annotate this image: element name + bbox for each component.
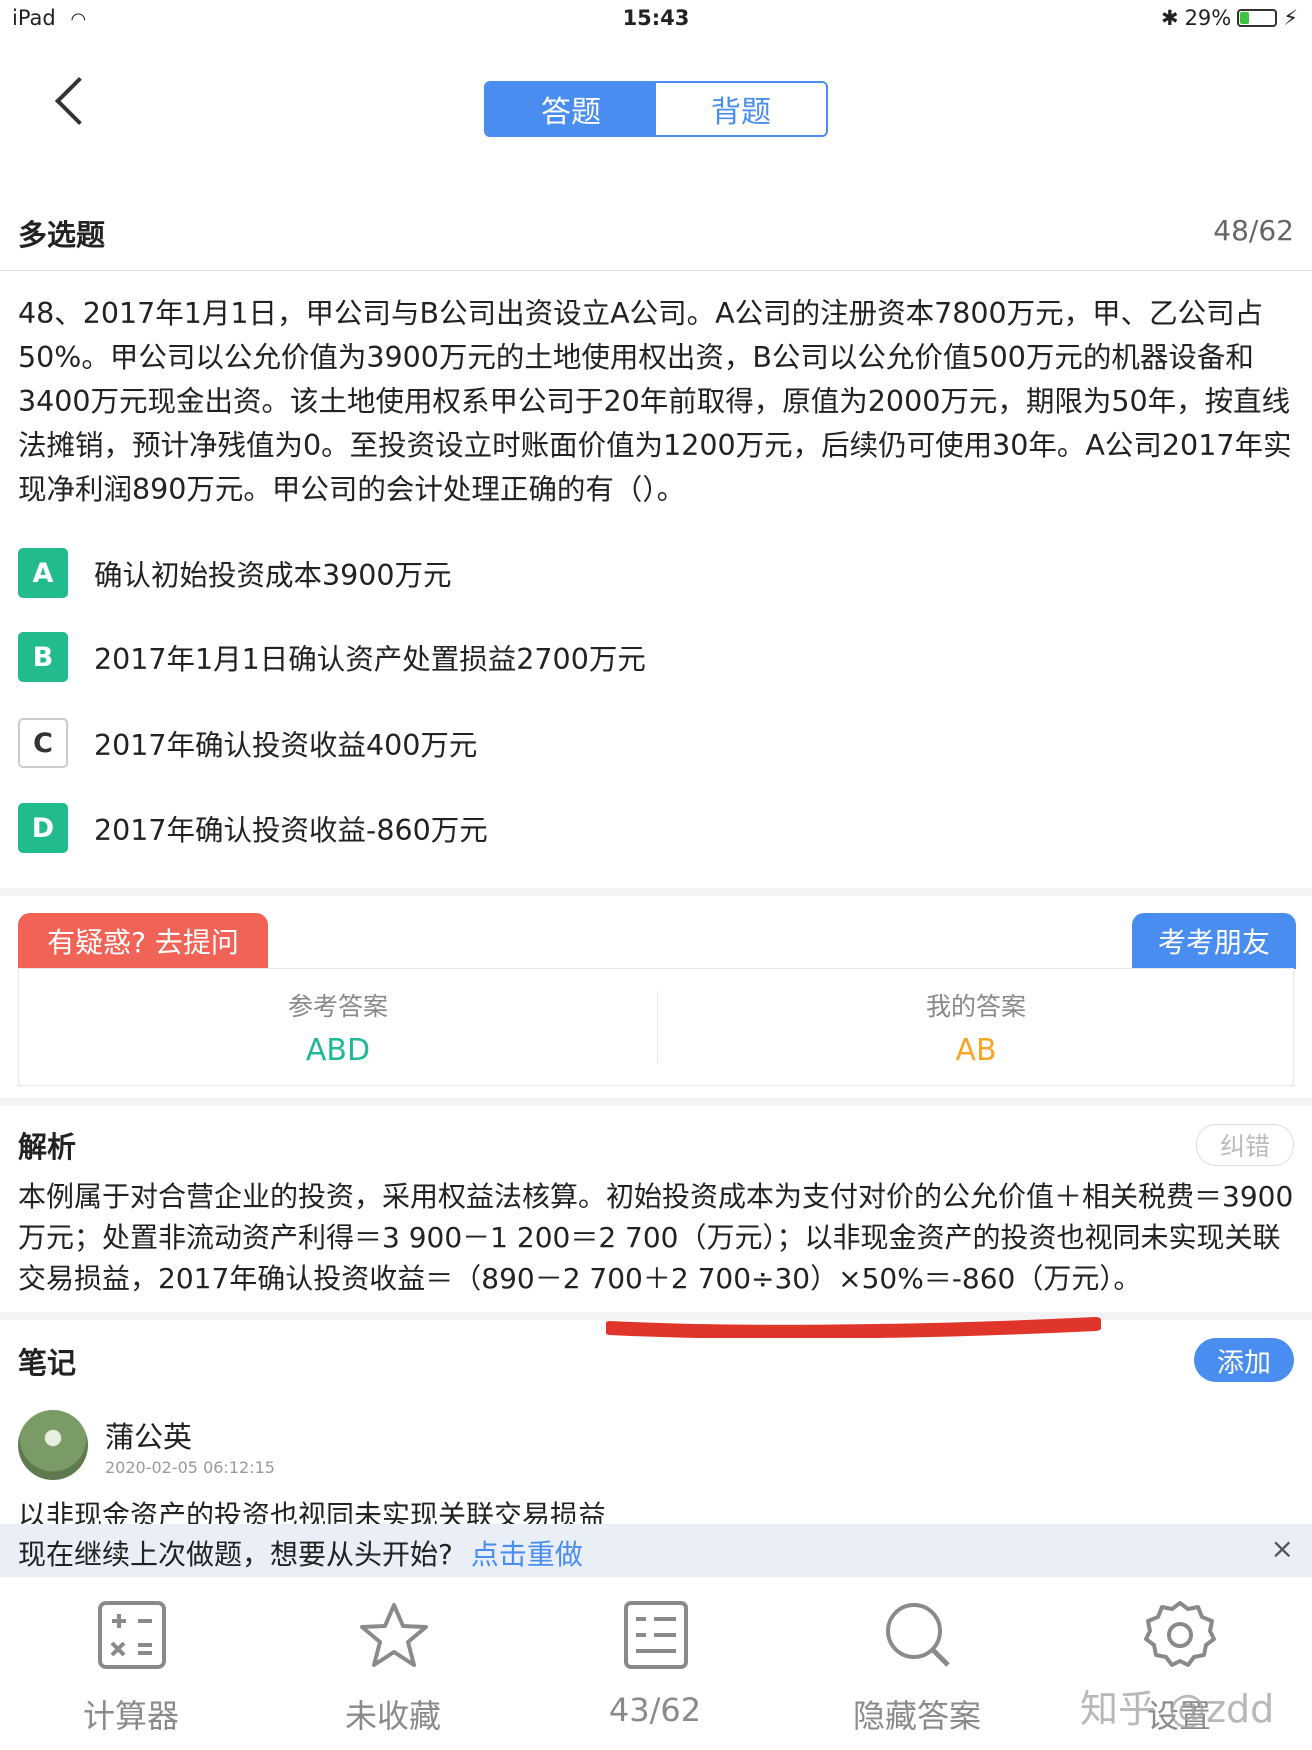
restart-link[interactable]: 点击重做	[471, 1538, 583, 1571]
status-bar: 15:43 iPad ◠ ✱ 29% ⚡	[0, 0, 1312, 36]
resume-banner: 现在继续上次做题，想要从头开始? 点击重做 ×	[0, 1524, 1312, 1576]
divider	[0, 270, 1312, 271]
option-letter: C	[18, 718, 68, 768]
option-b[interactable]: B 2017年1月1日确认资产处置损益2700万元	[18, 630, 646, 684]
wifi-icon: ◠	[70, 9, 87, 30]
close-icon[interactable]: ×	[1271, 1532, 1294, 1565]
report-error-button[interactable]: 纠错	[1196, 1124, 1294, 1166]
question-type: 多选题	[18, 218, 106, 252]
tab-question-list[interactable]: 43/62	[524, 1577, 786, 1750]
tab-label: 未收藏	[344, 1697, 441, 1735]
battery-percent: 29%	[1184, 6, 1232, 30]
add-note-button[interactable]: 添加	[1194, 1338, 1294, 1382]
option-text: 2017年确认投资收益-860万元	[94, 813, 488, 847]
tab-answer[interactable]: 答题	[486, 83, 656, 135]
tab-calculator[interactable]: 计算器	[0, 1577, 262, 1750]
gear-icon	[1144, 1601, 1216, 1667]
my-answer-value: AB	[955, 1033, 997, 1068]
note-timestamp: 2020-02-05 06:12:15	[105, 1458, 275, 1477]
list-icon	[624, 1601, 688, 1669]
question-text: 48、2017年1月1日，甲公司与B公司出资设立A公司。A公司的注册资本7800…	[18, 297, 1292, 506]
option-text: 2017年1月1日确认资产处置损益2700万元	[94, 642, 646, 676]
reference-answer: 参考答案 ABD	[19, 969, 657, 1087]
tab-recite[interactable]: 背题	[656, 83, 826, 135]
question-counter: 48/62	[1213, 214, 1294, 247]
avatar	[18, 1410, 88, 1480]
quiz-friend-button[interactable]: 考考朋友	[1132, 913, 1296, 969]
reference-answer-value: ABD	[305, 1033, 371, 1068]
option-c[interactable]: C 2017年确认投资收益400万元	[18, 716, 477, 770]
reference-answer-label: 参考答案	[287, 992, 388, 1021]
tab-label: 计算器	[82, 1697, 179, 1735]
tab-favorite[interactable]: 未收藏	[262, 1577, 524, 1750]
mode-segmented-control: 答题 背题	[484, 81, 828, 137]
option-text: 确认初始投资成本3900万元	[94, 558, 452, 592]
status-time: 15:43	[622, 6, 690, 30]
note-username: 蒲公英	[105, 1420, 193, 1454]
my-answer-label: 我的答案	[925, 992, 1026, 1021]
back-chevron-icon[interactable]	[54, 76, 104, 126]
search-icon	[886, 1603, 950, 1667]
note-text: 以非现金资产的投资也视同未实现关联交易损益	[18, 1499, 607, 1526]
analysis-text: 本例属于对合营企业的投资，采用权益法核算。初始投资成本为支付对价的公允价值＋相关…	[18, 1180, 1294, 1295]
charging-icon: ⚡	[1283, 6, 1298, 30]
tab-hide-answer[interactable]: 隐藏答案	[786, 1577, 1048, 1750]
notes-title: 笔记	[18, 1346, 77, 1380]
bluetooth-icon: ✱	[1160, 6, 1179, 30]
star-icon	[360, 1603, 428, 1667]
status-right: ✱ 29% ⚡	[1161, 6, 1298, 30]
red-marker-stroke	[606, 1317, 1101, 1338]
option-letter: A	[18, 548, 68, 598]
status-device: iPad ◠	[12, 6, 87, 30]
option-a[interactable]: A 确认初始投资成本3900万元	[18, 546, 452, 600]
option-text: 2017年确认投资收益400万元	[94, 728, 478, 762]
option-letter: D	[18, 803, 68, 853]
calculator-icon	[98, 1601, 166, 1669]
my-answer: 我的答案 AB	[657, 969, 1295, 1087]
answer-panel: 参考答案 ABD 我的答案 AB	[18, 968, 1294, 1086]
section-gap	[0, 888, 1312, 896]
tab-label: 隐藏答案	[852, 1697, 981, 1735]
watermark: 知乎 @zdd	[1080, 1687, 1275, 1731]
tab-label: 43/62	[608, 1691, 702, 1729]
section-gap	[0, 1098, 1312, 1106]
ask-question-button[interactable]: 有疑惑? 去提问	[18, 913, 268, 969]
battery-icon	[1237, 9, 1278, 27]
option-d[interactable]: D 2017年确认投资收益-860万元	[18, 801, 488, 855]
option-letter: B	[18, 632, 68, 682]
analysis-title: 解析	[18, 1130, 77, 1164]
resume-text: 现在继续上次做题，想要从头开始? 点击重做	[18, 1538, 583, 1571]
